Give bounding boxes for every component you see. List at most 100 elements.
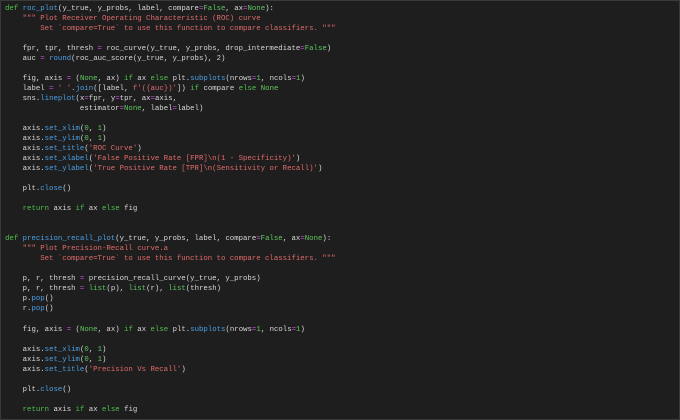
text-token: (): [62, 385, 72, 394]
code-line: p, r, thresh = precision_recall_curve(y_…: [5, 274, 336, 284]
code-line: fig, axis = (None, ax) if ax else plt.su…: [5, 74, 336, 84]
function-token: set_xlabel: [44, 155, 89, 164]
code-line: auc = round(roc_auc_score(y_true, y_prob…: [5, 54, 336, 64]
text-token: axis,: [154, 95, 177, 104]
constant-token: None: [247, 5, 266, 13]
code-line: def precision_recall_plot(y_true, y_prob…: [5, 234, 336, 244]
text-token: axis.: [5, 145, 45, 154]
text-token: fig, axis: [5, 75, 67, 84]
keyword-token: def: [5, 5, 19, 13]
text-token: ,: [88, 355, 98, 364]
string-token: 'True Positive Rate [TPR]\n(Sensitivity …: [93, 165, 318, 174]
text-token: ): [102, 135, 107, 144]
text-token: p, r, thresh: [5, 275, 80, 284]
code-line: plt.close(): [5, 385, 336, 395]
code-block[interactable]: def roc_plot(y_true, y_probs, label, com…: [5, 4, 336, 415]
code-line: sns.lineplot(x=fpr, y=tpr, ax=axis,: [5, 94, 336, 104]
text-token: fig: [119, 205, 138, 214]
text-token: (): [44, 305, 54, 314]
function-token: set_xlim: [44, 125, 80, 134]
string-token: Set `compare=True` to use this function …: [5, 255, 336, 264]
text-token: ): [102, 345, 107, 354]
text-token: ax: [84, 405, 103, 414]
text-token: , ax): [97, 75, 125, 84]
string-token: 'False Positive Rate [FPR]\n(1 - Specifi…: [93, 155, 296, 164]
text-token: auc: [5, 55, 41, 64]
text-token: axis: [49, 405, 76, 414]
text-token: axis.: [5, 155, 45, 164]
string-token: """ Plot Precision-Recall curve.a: [22, 245, 169, 254]
function-token: precision_recall_plot: [22, 235, 116, 244]
constant-token: False: [304, 45, 327, 54]
function-token: close: [40, 185, 63, 194]
code-line: Set `compare=True` to use this function …: [5, 254, 336, 264]
constant-token: list: [88, 285, 107, 294]
code-line: estimator=None, label=label): [5, 104, 336, 114]
text-token: ): [137, 145, 142, 154]
constant-token: None: [124, 105, 142, 114]
function-token: set_ylim: [44, 355, 80, 364]
text-token: fpr, y: [88, 95, 116, 104]
keyword-token: return: [22, 405, 50, 414]
text-token: axis: [49, 205, 76, 214]
keyword-token: else: [102, 405, 120, 414]
text-token: ): [317, 165, 323, 174]
keyword-token: return: [22, 205, 50, 214]
constant-token: None: [304, 235, 323, 244]
function-token: set_title: [44, 145, 85, 154]
function-token: set_ylabel: [44, 165, 89, 174]
text-token: ): [326, 45, 332, 54]
code-editor[interactable]: def roc_plot(y_true, y_probs, label, com…: [0, 0, 680, 420]
text-token: axis.: [5, 345, 45, 354]
text-token: p, r, thresh: [5, 285, 80, 294]
function-token: round: [49, 55, 72, 64]
text-token: plt.: [168, 75, 191, 84]
constant-token: list: [168, 285, 186, 294]
keyword-token: if: [190, 85, 200, 94]
text-token: estimator: [5, 105, 120, 114]
text-token: ):: [322, 235, 332, 244]
keyword-token: else: [102, 205, 120, 214]
function-token: lineplot: [40, 95, 76, 104]
text-token: (nrows: [225, 75, 252, 84]
text-token: ([label,: [93, 85, 133, 94]
text-token: ax: [132, 75, 151, 84]
string-token: f'({auc})': [132, 85, 177, 94]
code-line: axis.set_title('ROC Curve'): [5, 144, 336, 154]
text-token: plt.: [5, 185, 41, 194]
text-token: ): [295, 155, 301, 164]
code-line: p.pop(): [5, 294, 336, 304]
code-line: label = ' '.join([label, f'({auc})']) if…: [5, 84, 336, 94]
text-token: fig: [119, 405, 138, 414]
code-line: axis.set_ylim(0, 1): [5, 134, 336, 144]
function-token: set_title: [44, 365, 85, 374]
text-token: (): [44, 295, 54, 304]
keyword-token: else: [150, 325, 169, 334]
string-token: Set `compare=True` to use this function …: [5, 25, 336, 34]
text-token: label): [176, 105, 204, 114]
code-line: fpr, tpr, thresh = roc_curve(y_true, y_p…: [5, 44, 336, 54]
code-line: Set `compare=True` to use this function …: [5, 24, 336, 34]
text-token: sns.: [5, 95, 41, 104]
code-line: r.pop(): [5, 304, 336, 314]
keyword-token: else: [150, 75, 169, 84]
function-token: pop: [31, 305, 45, 314]
string-token: 'ROC Curve': [88, 145, 138, 154]
function-token: join: [75, 85, 94, 94]
text-token: (: [71, 325, 80, 334]
function-token: roc_plot: [22, 5, 58, 13]
text-token: ): [300, 75, 305, 84]
code-line: p, r, thresh = list(p), list(r), list(th…: [5, 284, 336, 294]
code-line: axis.set_ylim(0, 1): [5, 355, 336, 365]
constant-token: list: [128, 285, 147, 294]
text-token: ,: [88, 125, 98, 134]
function-token: set_xlim: [44, 345, 80, 354]
text-token: r.: [5, 305, 32, 314]
text-token: roc_curve(y_true, y_probs, drop_intermed…: [101, 45, 301, 54]
string-token: """ Plot Receiver Operating Characterist…: [22, 15, 261, 24]
constant-token: None: [79, 325, 98, 334]
